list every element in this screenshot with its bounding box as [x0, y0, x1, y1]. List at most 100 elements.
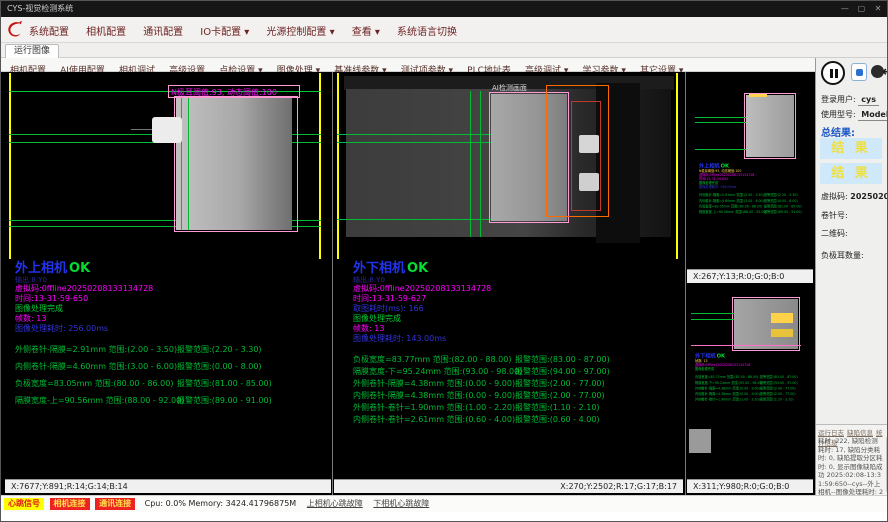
green-edge-line — [480, 91, 481, 237]
virtual-code-value: 20250208 — [850, 192, 888, 201]
title-bar: CYS-视觉检测系统 — ▢ ✕ — [1, 1, 888, 17]
green-measure-line — [695, 122, 746, 123]
virtual-code-row: 虚拟码: 20250208 — [821, 191, 888, 202]
tab-count-row: 负极耳数量: — [821, 250, 864, 261]
pixel-readout-thumb-bottom: X:311;Y:980;R:0;G:0;B:0 — [687, 479, 813, 493]
process-time-line: 图像处理耗时: 143.00ms — [353, 334, 610, 344]
magenta-line — [691, 345, 801, 346]
total-result-label: 总结果: — [821, 124, 855, 139]
measurement-row: 内侧卷针-卷针=2.61mm 范围:(0.60 - 4.00)报警范围:(0.6… — [353, 414, 610, 426]
measurement-row: 隔膜宽度-下=95.24mm 范围:(93.00 - 98.00)报警范围:(9… — [353, 366, 610, 378]
process-done-line: 图像处理完成 — [15, 304, 272, 314]
control-panel: ← 登录用户: cys 使用型号: Model1 总结果: 结 果 结 果 虚拟… — [815, 58, 888, 495]
divider — [332, 72, 333, 495]
result-box-lower: 结 果 — [820, 163, 882, 184]
status-bar: 心跳信号 相机连接 通讯连接 Cpu: 0.0% Memory: 3424.41… — [1, 495, 888, 512]
result-ok-label: OK — [69, 261, 90, 276]
green-measure-line — [691, 313, 734, 314]
model-label: 使用型号: — [821, 110, 856, 119]
heartbeat-badge: 心跳信号 — [4, 498, 44, 510]
app-logo-icon — [6, 20, 24, 40]
measurement-row: 外侧卷针-隔膜=2.91mm 范围:(2.00 - 3.50)报警范围:(2.2… — [15, 344, 272, 361]
green-measure-line — [695, 149, 746, 150]
measurement-row: 外侧卷针-隔膜=4.38mm 范围:(0.00 - 9.00)报警范围:(2.0… — [353, 378, 610, 390]
log-tab-run[interactable]: 运行日志 — [818, 429, 844, 437]
divider — [685, 72, 686, 495]
cpu-memory-text: Cpu: 0.0% Memory: 3424.41796875M — [145, 499, 297, 508]
minimize-icon[interactable]: — — [838, 1, 852, 17]
green-measure-line — [691, 319, 734, 320]
output-signal-label: 输出:8:Y0 — [353, 276, 610, 284]
pixel-readout-middle: X:270;Y:2502;R:17;G:17;B:17 — [334, 479, 683, 493]
time-line: 时间:13-31-59-650 — [15, 294, 272, 304]
green-edge-line — [470, 91, 471, 237]
menu-items: 系统配置 相机配置 通讯配置 IO卡配置 ▾ 光源控制配置 ▾ 查看 ▾ 系统语… — [29, 17, 469, 43]
measurement-row: 负极宽度=83.77mm 范围:(82.00 - 88.00)报警范围:(83.… — [353, 354, 610, 366]
roi-box-red — [571, 101, 601, 211]
yellow-guide-line — [337, 73, 339, 259]
grab-time-line: 取图耗时(ms): 166 — [353, 304, 610, 314]
small-preview-block — [689, 429, 711, 453]
login-user-value: cys — [858, 95, 879, 106]
camera-view-lower[interactable]: AI检测画面 外下相机OK 输出:8:Y0 虚拟码:0ffline2025020… — [334, 73, 683, 479]
virtual-code-label: 虚拟码: — [821, 192, 848, 201]
qr-label: 二维码: — [821, 229, 848, 238]
snapshot-icon — [856, 69, 863, 76]
output-signal-label: 输出:8:Y0 — [15, 276, 272, 284]
process-time-line: 图像处理耗时: 256.00ms — [15, 324, 272, 334]
pixel-readout-thumb-top: X:267;Y:13;R:0;G:0;B:0 — [687, 269, 813, 283]
yellow-guide-line — [676, 73, 678, 259]
upper-camera-fault-link[interactable]: 上相机心跳故障 — [307, 499, 363, 508]
thumbnail-view-lower[interactable]: 外下相机OK 帧数: 13 虚拟码:0ffline202502081331347… — [687, 283, 813, 479]
frame-count-line: 帧数: 13 — [15, 314, 272, 324]
log-tab-defect[interactable]: 缺陷信息 — [847, 429, 873, 437]
camera-title: 外下相机OK — [353, 261, 610, 276]
comm-link-badge: 通讯连接 — [95, 498, 135, 510]
model-row: 使用型号: Model1 — [821, 109, 888, 120]
tab-strip: 运行图像 — [1, 43, 888, 58]
measurement-row: 内侧卷针-隔膜=4.60mm 范围:(3.00 - 6.00)报警范围:(0.0… — [15, 361, 272, 378]
lower-camera-fault-link[interactable]: 下相机心跳故障 — [373, 499, 429, 508]
tab-highlight — [579, 135, 599, 153]
log-area: 运行日志缺陷信息统计信息 耗时: 222, 缺陷检测耗时: 17, 缺陷分类耗时… — [816, 424, 888, 495]
virtual-code-line: 虚拟码:0ffline20250208133134728 — [353, 284, 610, 294]
measurement-row: 内侧卷针-隔膜=4.38mm 范围:(0.00 - 9.00)报警范围:(2.0… — [353, 390, 610, 402]
snapshot-button[interactable] — [851, 63, 867, 81]
threshold-overlay-label: N极耳阈值:93, 动态阈值:100 — [171, 87, 277, 98]
measurement-row: 负极宽度=83.05mm 范围:(80.00 - 86.00)报警范围:(81.… — [15, 378, 272, 395]
model-value: Model1 — [858, 110, 888, 121]
virtual-code-line: 虚拟码:0ffline20250208133134728 — [15, 284, 272, 294]
measurement-row: 外侧卷针-卷针=1.90mm 范围:(1.00 - 2.20)报警范围:(1.1… — [353, 402, 610, 414]
camera-link-badge: 相机连接 — [50, 498, 90, 510]
close-icon[interactable]: ✕ — [871, 1, 885, 17]
green-measure-line — [337, 219, 495, 220]
login-user-row: 登录用户: cys — [821, 94, 879, 105]
needle-label: 卷针号: — [821, 211, 848, 220]
camera-view-upper[interactable]: N极耳阈值:93, 动态阈值:100 外上相机OK 输出:8:Y0 虚拟码:0f… — [5, 73, 331, 479]
maximize-icon[interactable]: ▢ — [854, 1, 868, 17]
roi-box-pink — [174, 96, 298, 232]
roi-box-pink — [732, 297, 800, 351]
result-box-upper: 结 果 — [820, 138, 882, 159]
pixel-readout-left: X:7677;Y:891;R:14;G:14;B:14 — [5, 479, 331, 493]
tab-highlight — [579, 173, 599, 191]
toolbar: 相机配置 AI使用配置 相机调试 高级设置 点检设置 ▾ 图像处理 ▾ 基准线参… — [1, 58, 888, 72]
left-result-block: 外上相机OK 输出:8:Y0 虚拟码:0ffline20250208133134… — [15, 261, 272, 412]
green-measure-line — [695, 117, 746, 118]
app-window: CYS-视觉检测系统 — ▢ ✕ 系统配置 相机配置 通讯配置 IO卡配置 ▾ … — [0, 0, 888, 522]
login-user-label: 登录用户: — [821, 95, 856, 104]
exit-arrow-icon[interactable]: ← — [882, 63, 888, 81]
thumbnail-view-upper[interactable]: 外上相机OK N极耳阈值:93, 动态阈值:100 虚拟码:0ffline202… — [687, 73, 813, 269]
tab-run-image[interactable]: 运行图像 — [5, 44, 59, 58]
camera-title: 外上相机OK — [15, 261, 272, 276]
yellow-guide-line — [9, 73, 11, 259]
needle-row: 卷针号: — [821, 210, 848, 221]
window-title: CYS-视觉检测系统 — [7, 4, 73, 13]
frame-count-line: 帧数: 13 — [353, 324, 610, 334]
yellow-mark — [771, 313, 793, 323]
thumbnail-result-block: 外下相机OK 帧数: 13 虚拟码:0ffline202502081331347… — [695, 353, 798, 403]
thumbnail-result-block: 外上相机OK N极耳阈值:93, 动态阈值:100 虚拟码:0ffline202… — [699, 163, 802, 215]
yellow-guide-line — [319, 73, 321, 259]
pause-button[interactable] — [821, 61, 845, 85]
control-buttons: ← — [819, 61, 888, 89]
